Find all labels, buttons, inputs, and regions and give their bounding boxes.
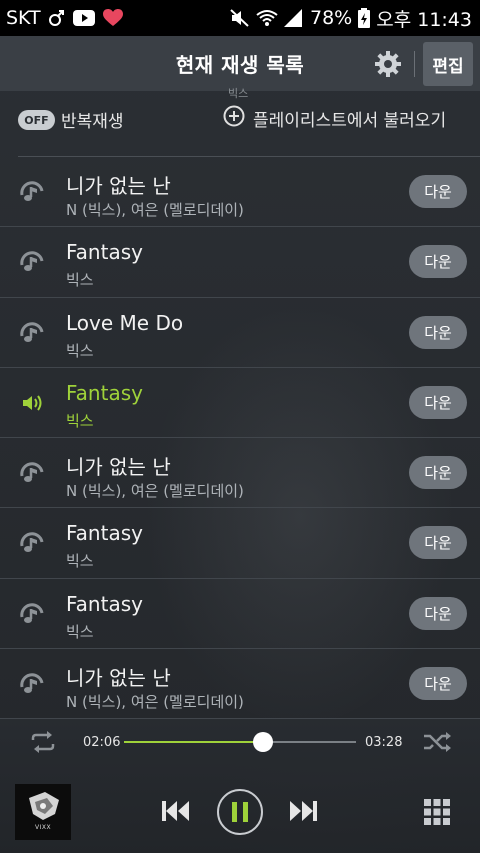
shuffle-icon[interactable] <box>422 731 452 753</box>
music-note-icon <box>20 673 46 695</box>
edit-button[interactable]: 편집 <box>423 42 473 86</box>
track-row[interactable]: Fantasy 빅스 다운 <box>0 227 480 298</box>
pause-icon <box>232 802 248 822</box>
gear-icon[interactable] <box>374 50 402 78</box>
pause-button[interactable] <box>217 789 263 835</box>
download-button[interactable]: 다운 <box>409 596 467 630</box>
download-button[interactable]: 다운 <box>409 385 467 419</box>
download-button[interactable]: 다운 <box>409 667 467 701</box>
playlist-options-bar: 빅스 OFF 반복재생 플레이리스트에서 불러오기 <box>0 87 480 149</box>
album-art[interactable]: VIXX <box>15 784 71 840</box>
download-button[interactable]: 다운 <box>409 315 467 349</box>
add-circle-icon <box>223 105 245 131</box>
track-row[interactable]: Love Me Do 빅스 다운 <box>0 298 480 368</box>
track-row[interactable]: 니가 없는 난 N (빅스), 여은 (멜로디데이) 다운 <box>0 649 480 720</box>
previous-icon[interactable] <box>160 797 192 825</box>
heart-app-icon <box>102 9 123 27</box>
track-artist: N (빅스), 여은 (멜로디데이) <box>66 693 244 712</box>
seek-progress <box>124 741 264 743</box>
load-from-playlist-label: 플레이리스트에서 불러오기 <box>253 110 447 131</box>
music-note-icon <box>20 603 46 625</box>
next-icon[interactable] <box>287 797 319 825</box>
album-art-text: VIXX <box>35 824 52 831</box>
track-row-now-playing[interactable]: Fantasy 빅스 다운 <box>0 368 480 439</box>
page-title: 현재 재생 목록 <box>175 53 305 77</box>
battery-charging-icon <box>358 8 371 28</box>
load-from-playlist-button[interactable]: 플레이리스트에서 불러오기 <box>223 105 446 131</box>
music-note-icon <box>20 321 46 344</box>
track-title: 니가 없는 난 <box>66 455 171 480</box>
wifi-icon <box>256 9 278 27</box>
track-row[interactable]: 니가 없는 난 N (빅스), 여은 (멜로디데이) 다운 <box>0 438 480 509</box>
repeat-toggle[interactable]: OFF <box>18 110 55 130</box>
music-note-icon <box>20 251 46 273</box>
track-title: Fantasy <box>66 521 143 546</box>
download-button[interactable]: 다운 <box>409 456 467 490</box>
track-artist: N (빅스), 여은 (멜로디데이) <box>66 482 244 501</box>
track-artist: N (빅스), 여은 (멜로디데이) <box>66 201 244 219</box>
speaker-playing-icon <box>20 392 46 414</box>
mute-icon <box>230 9 250 27</box>
clock: 오후 11:43 <box>376 8 472 31</box>
carrier-label: SKT <box>6 7 41 29</box>
track-title: 니가 없는 난 <box>66 666 171 691</box>
track-row[interactable]: Fantasy 빅스 다운 <box>0 508 480 579</box>
total-time: 03:28 <box>365 735 403 750</box>
battery-percent: 78% <box>310 7 353 29</box>
track-artist: 빅스 <box>66 552 94 571</box>
track-artist: 빅스 <box>66 341 94 360</box>
track-title: Love Me Do <box>66 310 184 335</box>
download-button[interactable]: 다운 <box>409 526 467 560</box>
seek-thumb[interactable] <box>253 732 274 752</box>
mini-player: 02:06 03:28 VIXX <box>0 719 480 853</box>
album-art-image <box>15 784 71 840</box>
music-note-icon <box>20 181 46 203</box>
current-time: 02:06 <box>83 735 121 750</box>
music-note-icon <box>20 532 46 554</box>
track-title: 니가 없는 난 <box>66 174 171 198</box>
download-button[interactable]: 다운 <box>409 175 467 208</box>
status-bar: SKT 78% 오후 11:43 <box>0 0 480 36</box>
app-header: 현재 재생 목록 편집 <box>0 36 480 91</box>
grid-menu-icon[interactable] <box>424 799 450 825</box>
header-divider <box>414 51 415 77</box>
track-artist: 빅스 <box>66 411 94 430</box>
track-list: 니가 없는 난 N (빅스), 여은 (멜로디데이) 다운 Fantasy 빅스… <box>0 157 480 720</box>
gender-symbol-icon <box>48 9 65 27</box>
seek-bar[interactable] <box>124 732 356 752</box>
music-note-icon <box>20 462 46 484</box>
repeat-icon[interactable] <box>28 731 58 753</box>
track-title: Fantasy <box>66 591 143 616</box>
track-artist: 빅스 <box>66 271 94 290</box>
track-row[interactable]: 니가 없는 난 N (빅스), 여은 (멜로디데이) 다운 <box>0 157 480 228</box>
download-button[interactable]: 다운 <box>409 245 467 279</box>
signal-icon <box>284 9 304 27</box>
track-row[interactable]: Fantasy 빅스 다운 <box>0 579 480 650</box>
repeat-label[interactable]: 반복재생 <box>61 107 124 132</box>
track-title: Fantasy <box>66 380 143 405</box>
peek-artist-label: 빅스 <box>228 87 249 100</box>
track-artist: 빅스 <box>66 622 94 641</box>
track-title: Fantasy <box>66 240 143 265</box>
youtube-icon <box>72 10 95 26</box>
